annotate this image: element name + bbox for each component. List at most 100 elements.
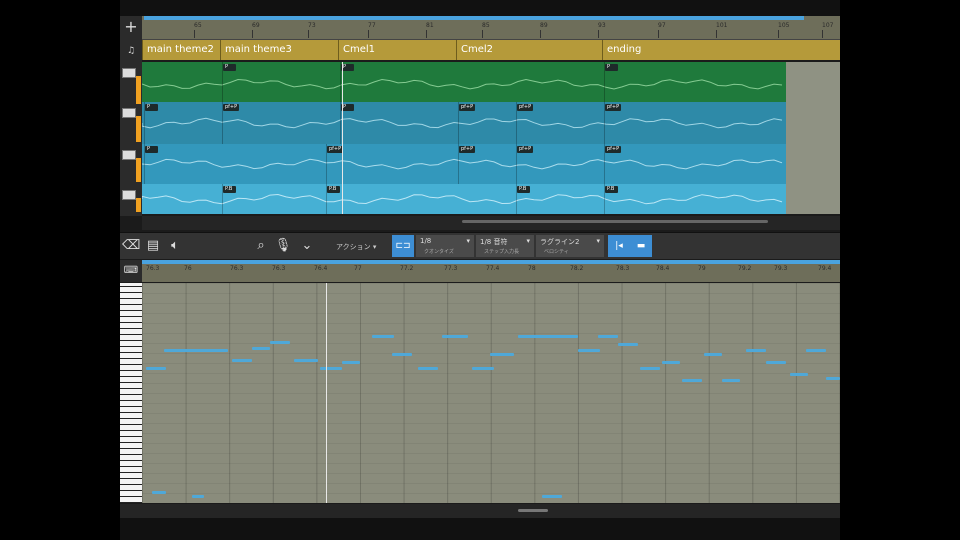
arrangement-ruler[interactable]: 65 69 73 77 81 85 89 93 97 101 105 107 bbox=[142, 16, 840, 40]
piano-roll-scrollbar[interactable] bbox=[120, 504, 840, 518]
midi-note[interactable] bbox=[806, 349, 826, 352]
speaker-icon[interactable]: 🔈︎ bbox=[166, 237, 184, 255]
microphone-icon[interactable]: 🎙︎ bbox=[274, 237, 292, 255]
region-tag[interactable]: pf+P bbox=[459, 146, 476, 153]
track-selection-bar[interactable] bbox=[136, 76, 141, 104]
arrangement-loop-bar[interactable] bbox=[144, 16, 804, 20]
search-icon[interactable]: ⌕ bbox=[252, 237, 270, 255]
marker-region[interactable]: main theme2 bbox=[142, 40, 221, 60]
region-tag[interactable]: pf+P bbox=[517, 104, 534, 111]
action-menu[interactable]: アクション ▾ bbox=[336, 242, 376, 252]
quantize-caption: クオンタイズ bbox=[424, 249, 454, 255]
arrangement-playhead[interactable] bbox=[342, 62, 343, 214]
track-lane[interactable]: Ppf+P Ppf+P pf+P pf+P bbox=[142, 102, 786, 144]
step-length-select[interactable]: 1/8 音符 ▾ ステップ入力長 bbox=[476, 235, 534, 257]
midi-note[interactable] bbox=[192, 495, 204, 498]
instrument-icon[interactable] bbox=[122, 190, 136, 200]
region-tag[interactable]: P.B bbox=[605, 186, 618, 193]
track-lane[interactable]: Ppf+P pf+P pf+P pf+P bbox=[142, 144, 786, 184]
instrument-icon[interactable] bbox=[122, 68, 136, 78]
instrument-icon[interactable] bbox=[122, 108, 136, 118]
track-selection-bar[interactable] bbox=[136, 116, 141, 142]
midi-note[interactable] bbox=[826, 377, 840, 380]
marker-region[interactable]: Cmel2 bbox=[456, 40, 603, 60]
midi-note[interactable] bbox=[766, 361, 786, 364]
marker-track[interactable]: main theme2 main theme3 Cmel1 Cmel2 ending bbox=[142, 40, 840, 60]
eraser-tool-icon[interactable]: ⌫ bbox=[122, 237, 140, 255]
velocity-select[interactable]: ラグライン2 ▾ ベロシティ bbox=[536, 235, 604, 257]
midi-note[interactable] bbox=[662, 361, 680, 364]
track-empty-area[interactable] bbox=[786, 144, 840, 184]
midi-note[interactable] bbox=[270, 341, 290, 344]
midi-note[interactable] bbox=[442, 335, 468, 338]
arrangement-scroll-thumb[interactable] bbox=[462, 220, 768, 223]
midi-note[interactable] bbox=[472, 367, 494, 370]
midi-note[interactable] bbox=[518, 335, 578, 338]
midi-note[interactable] bbox=[232, 359, 252, 362]
midi-note[interactable] bbox=[746, 349, 766, 352]
piano-roll-grid[interactable] bbox=[142, 283, 840, 503]
track-selection-bar[interactable] bbox=[136, 198, 141, 212]
track-empty-area[interactable] bbox=[786, 184, 840, 214]
midi-note[interactable] bbox=[790, 373, 808, 376]
midi-note[interactable] bbox=[294, 359, 318, 362]
piano-roll-tick: 78.3 bbox=[616, 265, 630, 272]
track-lane[interactable]: P.B P.B P.B P.B bbox=[142, 184, 786, 214]
track-lane[interactable]: PPP bbox=[142, 62, 786, 106]
instrument-icon[interactable] bbox=[122, 150, 136, 160]
step-rest-button[interactable]: ▬ bbox=[630, 235, 652, 257]
track-empty-area[interactable] bbox=[786, 102, 840, 144]
piano-roll-loop-bar[interactable] bbox=[142, 260, 840, 264]
add-track-button[interactable]: + bbox=[122, 18, 140, 36]
midi-note[interactable] bbox=[342, 361, 360, 364]
region-tag[interactable]: pf+P bbox=[223, 104, 240, 111]
piano-keyboard[interactable] bbox=[120, 283, 143, 503]
keyboard-icon[interactable]: ⌨︎ bbox=[122, 262, 140, 280]
region-tag[interactable]: pf+P bbox=[605, 104, 622, 111]
region-tag[interactable]: pf+P bbox=[327, 146, 344, 153]
piano-roll-scroll-thumb[interactable] bbox=[518, 509, 548, 512]
piano-roll-playhead[interactable] bbox=[326, 283, 327, 503]
snap-toggle-button[interactable]: ⊏⊐ bbox=[392, 235, 414, 257]
track-selection-bar[interactable] bbox=[136, 158, 141, 182]
region-tag[interactable]: P.B bbox=[327, 186, 340, 193]
midi-note[interactable] bbox=[372, 335, 394, 338]
midi-note[interactable] bbox=[392, 353, 412, 356]
marker-region[interactable]: ending bbox=[602, 40, 840, 60]
midi-note[interactable] bbox=[252, 347, 270, 350]
region-tag[interactable]: P.B bbox=[223, 186, 236, 193]
midi-note[interactable] bbox=[146, 367, 166, 370]
midi-note[interactable] bbox=[722, 379, 740, 382]
quantize-select[interactable]: 1/8 ▾ クオンタイズ bbox=[416, 235, 474, 257]
region-tag[interactable]: P bbox=[605, 64, 618, 71]
step-length-caption: ステップ入力長 bbox=[484, 249, 520, 255]
midi-note[interactable] bbox=[704, 353, 722, 356]
midi-note[interactable] bbox=[542, 495, 562, 498]
midi-note[interactable] bbox=[618, 343, 638, 346]
region-tag[interactable]: P bbox=[223, 64, 236, 71]
marker-region[interactable]: Cmel1 bbox=[338, 40, 457, 60]
inspector-icon[interactable]: ▤ bbox=[144, 237, 162, 255]
midi-note[interactable] bbox=[418, 367, 438, 370]
midi-note[interactable] bbox=[320, 367, 342, 370]
piano-roll-ruler[interactable]: 76.3 76 76.3 76.3 76.4 77 77.2 77.3 77.4 78 78.2 78… bbox=[142, 260, 840, 282]
ruler-tick: 105 bbox=[778, 22, 790, 38]
region-tag[interactable]: pf+P bbox=[605, 146, 622, 153]
midi-note[interactable] bbox=[490, 353, 514, 356]
midi-note[interactable] bbox=[682, 379, 702, 382]
track-empty-area[interactable] bbox=[786, 62, 840, 106]
region-tag[interactable]: P bbox=[145, 146, 158, 153]
midi-note[interactable] bbox=[152, 491, 166, 494]
region-tag[interactable]: P.B bbox=[517, 186, 530, 193]
chevron-down-icon[interactable]: ⌄ bbox=[296, 237, 318, 255]
region-tag[interactable]: pf+P bbox=[517, 146, 534, 153]
midi-note[interactable] bbox=[578, 349, 600, 352]
region-tag[interactable]: pf+P bbox=[459, 104, 476, 111]
arrangement-scrollbar[interactable] bbox=[142, 216, 840, 230]
midi-note[interactable] bbox=[598, 335, 618, 338]
marker-region[interactable]: main theme3 bbox=[220, 40, 339, 60]
midi-note[interactable] bbox=[640, 367, 660, 370]
step-back-button[interactable]: |◂ bbox=[608, 235, 630, 257]
midi-note[interactable] bbox=[164, 349, 228, 352]
region-tag[interactable]: P bbox=[145, 104, 158, 111]
